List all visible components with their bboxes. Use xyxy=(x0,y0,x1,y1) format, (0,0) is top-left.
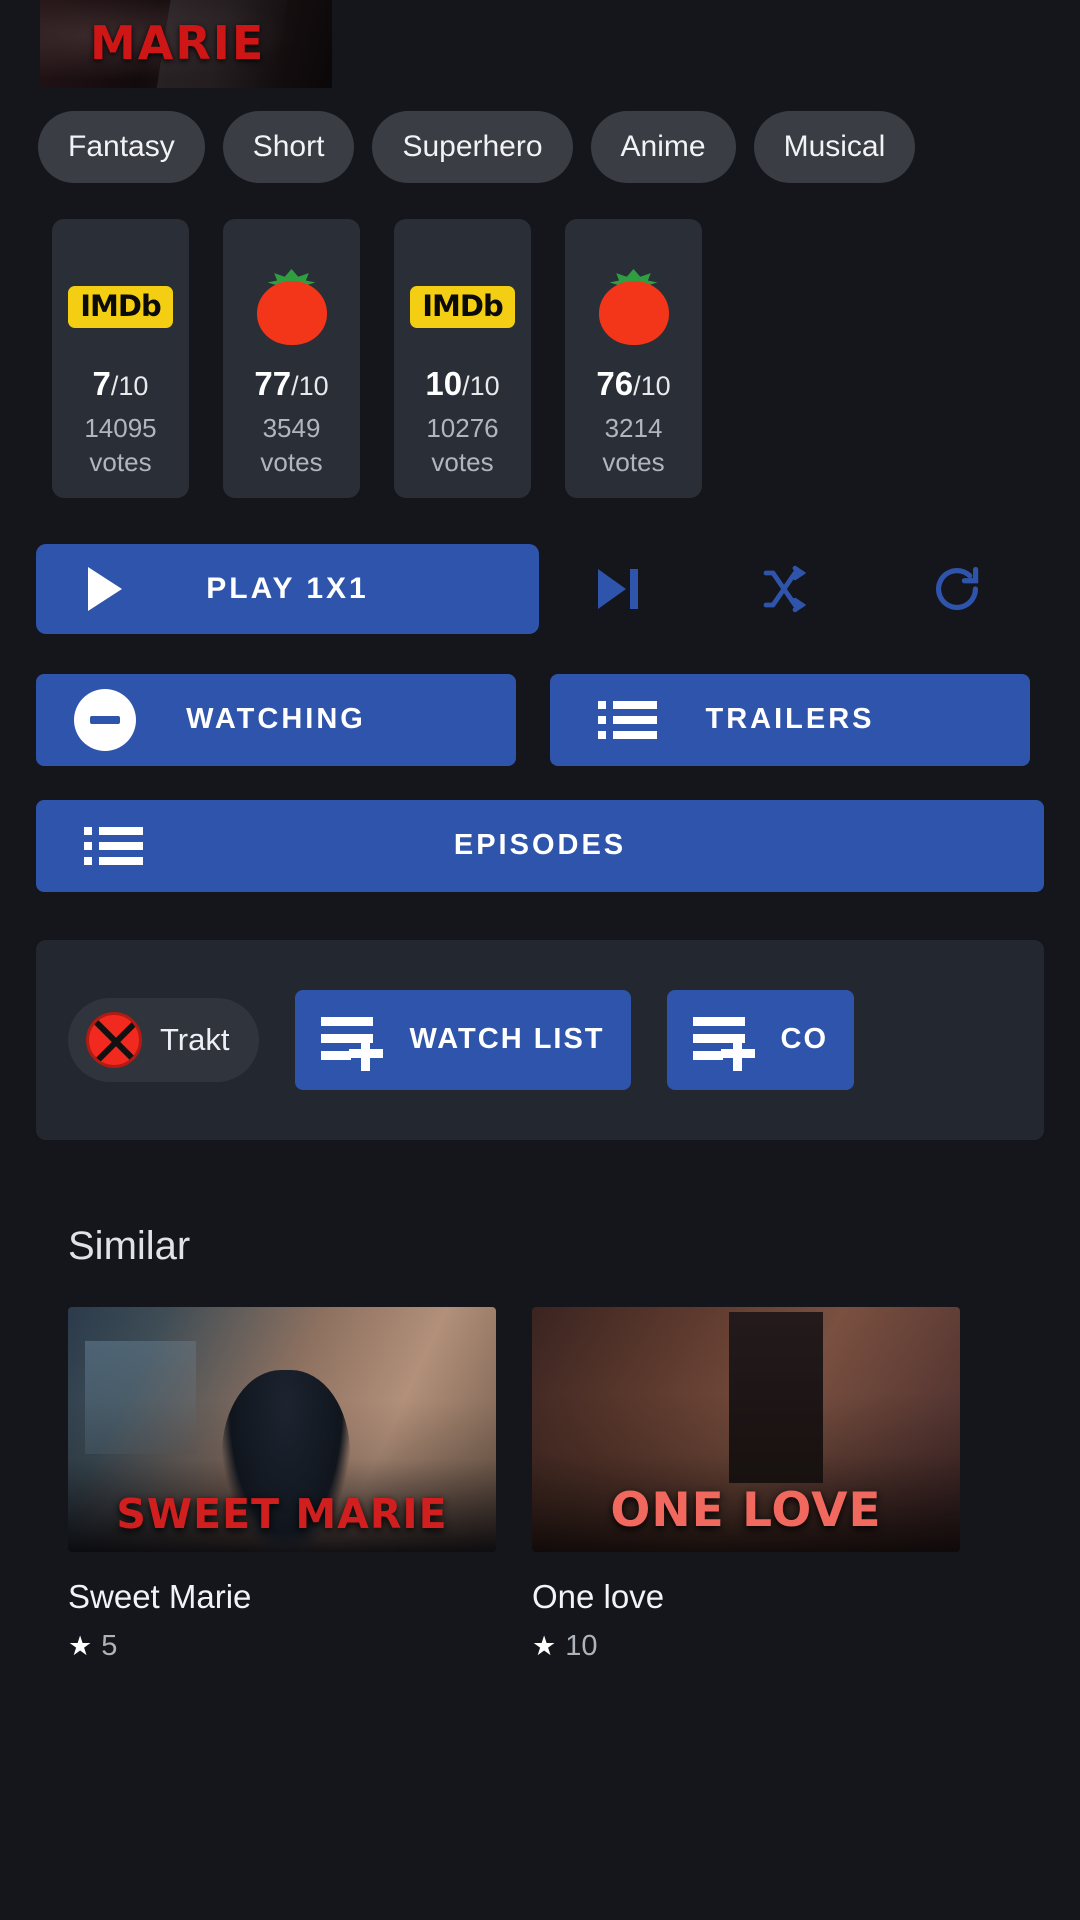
rating-logo-slot: IMDb xyxy=(410,263,515,351)
poster-thumbnail[interactable]: MARIE xyxy=(40,0,332,88)
similar-thumbnail-title: ONE LOVE xyxy=(610,1482,882,1538)
rating-votes: 3214 votes xyxy=(602,411,664,498)
rating-value: 77 xyxy=(254,365,292,402)
genre-chip-label: Musical xyxy=(783,130,886,163)
list-add-icon xyxy=(692,1016,755,1071)
trailers-button-label: TRAILERS xyxy=(705,703,875,736)
star-icon: ★ xyxy=(532,1630,557,1661)
genre-chip-label: Superhero xyxy=(402,130,543,163)
imdb-icon: IMDb xyxy=(68,286,173,328)
refresh-button[interactable] xyxy=(870,544,1044,634)
rating-card[interactable]: IMDb 7/10 14095 votes xyxy=(52,219,189,498)
rating-logo-slot xyxy=(596,263,672,351)
genre-chip-musical[interactable]: Musical xyxy=(753,111,916,183)
similar-thumbnail[interactable]: SWEET MARIE xyxy=(68,1306,496,1552)
watch-list-button[interactable]: WATCH LIST xyxy=(295,989,631,1090)
rating-votes-label: votes xyxy=(89,447,152,478)
imdb-icon: IMDb xyxy=(410,286,515,328)
shuffle-icon xyxy=(763,565,806,612)
similar-title: One love xyxy=(532,1577,665,1615)
similar-rating-value: 10 xyxy=(565,1629,598,1662)
trakt-icon xyxy=(86,1011,142,1068)
rating-votes: 14095 votes xyxy=(84,411,156,498)
episodes-button-label: EPISODES xyxy=(453,829,627,862)
rating-logo-slot xyxy=(254,263,330,351)
rating-card[interactable]: 76/10 3214 votes xyxy=(565,219,702,498)
genre-chip-short[interactable]: Short xyxy=(222,111,355,183)
rating-votes-label: votes xyxy=(431,447,494,478)
genre-chip-label: Anime xyxy=(620,130,706,163)
rating-votes-count: 10276 xyxy=(426,413,499,443)
trailers-button[interactable]: TRAILERS xyxy=(550,673,1030,766)
genre-chip-label: Fantasy xyxy=(68,130,175,163)
rating-votes: 3549 votes xyxy=(260,411,322,498)
rating-card[interactable]: IMDb 10/10 10276 votes xyxy=(394,219,531,498)
poster-header: MARIE xyxy=(0,0,1080,88)
similar-rating-value: 5 xyxy=(101,1629,118,1662)
skip-next-button[interactable] xyxy=(539,544,697,634)
genre-chip-label: Short xyxy=(252,130,325,163)
genre-chip-superhero[interactable]: Superhero xyxy=(372,111,573,183)
play-button-label: PLAY 1X1 xyxy=(206,571,369,605)
rating-score: 76/10 xyxy=(596,365,670,403)
similar-row: SWEET MARIE Sweet Marie ★ 5 ONE LOVE One… xyxy=(0,1306,1080,1663)
rating-votes-count: 14095 xyxy=(84,413,157,443)
play-row: PLAY 1X1 xyxy=(0,543,1080,634)
rating-votes: 10276 votes xyxy=(426,411,498,498)
rating-value: 76 xyxy=(596,365,634,402)
ratings-row: IMDb 7/10 14095 votes 77/10 3549 votes I… xyxy=(0,219,1080,498)
similar-rating: ★ 10 xyxy=(532,1630,960,1663)
similar-section-title: Similar xyxy=(68,1223,191,1268)
rating-denominator: /10 xyxy=(462,371,500,401)
rating-score: 77/10 xyxy=(254,365,328,403)
watching-button[interactable]: WATCHING xyxy=(36,673,516,766)
trakt-panel: Trakt WATCH LIST CO xyxy=(36,939,1044,1140)
rating-score: 7/10 xyxy=(93,365,149,403)
rating-logo-slot: IMDb xyxy=(68,263,173,351)
rating-votes-label: votes xyxy=(260,447,323,478)
rating-value: 10 xyxy=(425,365,463,402)
play-button[interactable]: PLAY 1X1 xyxy=(36,543,539,634)
rating-votes-count: 3549 xyxy=(262,413,321,443)
shuffle-button[interactable] xyxy=(697,544,871,634)
genre-chip-fantasy[interactable]: Fantasy xyxy=(38,111,205,183)
skip-next-icon xyxy=(597,568,638,609)
trakt-label: Trakt xyxy=(160,1021,230,1057)
watch-list-button-label: WATCH LIST xyxy=(409,1023,605,1056)
tomato-icon xyxy=(596,269,672,345)
collection-button-label: CO xyxy=(780,1023,829,1056)
collection-button[interactable]: CO xyxy=(666,989,855,1090)
similar-thumbnail[interactable]: ONE LOVE xyxy=(532,1306,960,1552)
star-icon: ★ xyxy=(68,1630,93,1661)
episodes-button[interactable]: EPISODES xyxy=(36,799,1044,892)
rating-card[interactable]: 77/10 3549 votes xyxy=(223,219,360,498)
rating-value: 7 xyxy=(92,365,111,402)
rating-denominator: /10 xyxy=(291,371,329,401)
watching-button-label: WATCHING xyxy=(186,703,366,736)
list-add-icon xyxy=(321,1016,384,1071)
rating-denominator: /10 xyxy=(633,371,671,401)
rating-votes-count: 3214 xyxy=(604,413,663,443)
trakt-chip[interactable]: Trakt xyxy=(68,997,260,1082)
action-buttons: WATCHING TRAILERS EPISODES xyxy=(0,673,1080,892)
genre-chip-anime[interactable]: Anime xyxy=(590,111,736,183)
similar-thumbnail-title: SWEET MARIE xyxy=(116,1489,448,1538)
similar-card[interactable]: ONE LOVE One love ★ 10 xyxy=(532,1306,960,1663)
genre-chip-row[interactable]: Fantasy Short Superhero Anime Musical xyxy=(0,110,1080,184)
similar-rating: ★ 5 xyxy=(68,1630,496,1663)
similar-title: Sweet Marie xyxy=(68,1577,252,1615)
refresh-icon xyxy=(936,566,979,610)
rating-votes-label: votes xyxy=(602,447,665,478)
tomato-icon xyxy=(254,269,330,345)
action-button-row: WATCHING TRAILERS xyxy=(36,673,1044,766)
poster-title-text: MARIE xyxy=(90,15,266,70)
rating-score: 10/10 xyxy=(425,365,499,403)
rating-denominator: /10 xyxy=(110,371,149,401)
similar-card[interactable]: SWEET MARIE Sweet Marie ★ 5 xyxy=(68,1306,496,1663)
